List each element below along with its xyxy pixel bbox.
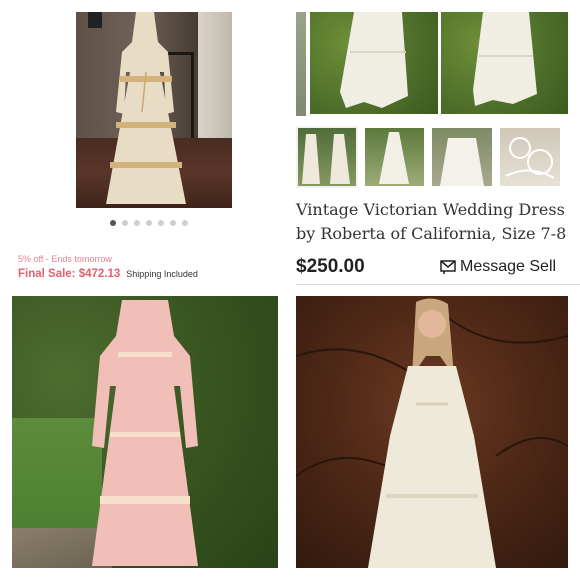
carousel-dot[interactable] xyxy=(122,220,128,226)
pink-dress-photo[interactable] xyxy=(12,296,278,568)
price-line: Final Sale: $472.13 Shipping Included xyxy=(18,268,198,280)
thumbnail-dresses xyxy=(302,134,350,184)
final-sale-price: Final Sale: $472.13 xyxy=(18,268,121,280)
carousel-dot[interactable] xyxy=(182,220,188,226)
thumbnail-dress-top xyxy=(440,138,484,186)
gallery-image-2[interactable] xyxy=(441,12,568,114)
carousel-dot[interactable] xyxy=(134,220,140,226)
thumbnail-3[interactable] xyxy=(432,128,492,186)
cream-dress-image xyxy=(106,12,186,204)
model-photo[interactable] xyxy=(296,296,568,568)
carousel-dot[interactable] xyxy=(158,220,164,226)
carousel-dot[interactable] xyxy=(170,220,176,226)
door-background xyxy=(198,12,232,142)
dress-hem-image xyxy=(340,12,408,108)
message-seller-button[interactable]: Message Sell xyxy=(440,258,556,276)
thumbnail-4[interactable] xyxy=(500,128,560,186)
listing-title: Vintage Victorian Wedding Dress by Rober… xyxy=(296,200,567,243)
gallery-sliver xyxy=(296,12,306,116)
gallery-image-1[interactable] xyxy=(310,12,438,114)
listing-price: $250.00 xyxy=(296,256,365,277)
carousel-dot[interactable] xyxy=(110,220,116,226)
message-seller-label: Message Sell xyxy=(460,258,557,275)
dress-hem-image-2 xyxy=(473,12,537,106)
thumbnail-lace-detail xyxy=(505,137,555,179)
pink-dress-image xyxy=(92,300,198,566)
shipping-note: Shipping Included xyxy=(126,269,198,279)
envelope-icon xyxy=(440,260,456,274)
product-photo-main[interactable] xyxy=(76,12,232,208)
carousel-dots[interactable] xyxy=(110,220,188,226)
divider xyxy=(296,284,580,285)
carousel-dot[interactable] xyxy=(146,220,152,226)
thumbnail-dress xyxy=(379,132,409,184)
promo-text: 5% off - Ends tomorrow xyxy=(18,254,112,264)
thumbnail-2[interactable] xyxy=(365,128,424,186)
model-in-dress-image xyxy=(368,298,496,568)
thumbnail-1[interactable] xyxy=(296,126,358,188)
